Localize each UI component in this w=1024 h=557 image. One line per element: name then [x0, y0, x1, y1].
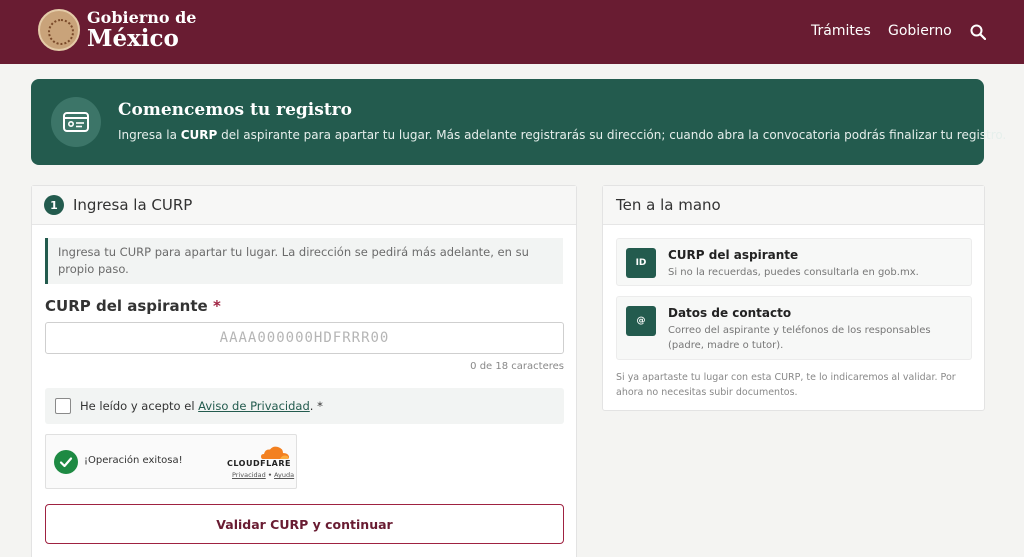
privacy-consent-row: He leído y acepto el Aviso de Privacidad…: [45, 388, 564, 424]
character-counter: 0 de 18 caracteres: [470, 361, 564, 372]
gobierno-logo[interactable]: Gobierno de México: [38, 9, 196, 51]
id-badge-icon: ID: [626, 248, 656, 278]
national-seal-icon: [38, 9, 80, 51]
validate-curp-button[interactable]: Validar CURP y continuar: [45, 504, 564, 544]
checklist-item-curp: ID CURP del aspirante Si no la recuerdas…: [616, 238, 972, 286]
cloudflare-cloud-icon: [261, 446, 290, 459]
checklist-note: Si ya apartaste tu lugar con esta CURP, …: [616, 372, 956, 398]
banner-description: Ingresa la CURP del aspirante para apart…: [118, 128, 1006, 142]
checklist-card: Ten a la mano ID CURP del aspirante Si n…: [602, 185, 985, 411]
banner-text-pre: Ingresa la: [118, 128, 181, 142]
banner-text-post: del aspirante para apartar tu lugar. Más…: [217, 128, 1007, 142]
id-card-icon: [51, 97, 101, 147]
checklist-title: Ten a la mano: [616, 196, 721, 214]
captcha-link-separator: •: [267, 471, 272, 479]
curp-field-label: CURP del aspirante *: [45, 297, 221, 315]
privacy-consent-text: He leído y acepto el Aviso de Privacidad…: [80, 399, 323, 413]
captcha-links: Privacidad • Ayuda: [232, 471, 294, 479]
step-info-note: Ingresa tu CURP para apartar tu lugar. L…: [45, 238, 563, 284]
at-sign-icon: @: [626, 306, 656, 336]
logo-line-1: Gobierno de: [87, 8, 197, 27]
checklist-item-title: CURP del aspirante: [668, 248, 799, 262]
cloudflare-brand: CLOUDFLARE: [227, 459, 291, 468]
banner-title: Comencemos tu registro: [118, 100, 352, 120]
privacy-text-post: . *: [309, 399, 323, 413]
privacy-text-pre: He leído y acepto el: [80, 399, 199, 413]
checklist-item-desc: Si no la recuerdas, puedes consultarla e…: [668, 267, 919, 278]
privacy-checkbox[interactable]: [55, 398, 71, 414]
captcha-privacy-link[interactable]: Privacidad: [232, 471, 266, 479]
search-icon[interactable]: [970, 24, 986, 40]
registration-banner: Comencemos tu registro Ingresa la CURP d…: [31, 79, 1006, 165]
nav-link-tramites[interactable]: Trámites: [811, 23, 871, 39]
checklist-item-contact: @ Datos de contacto Correo del aspirante…: [616, 296, 972, 360]
success-check-icon: [54, 450, 78, 474]
checklist-item-desc: Correo del aspirante y teléfonos de los …: [668, 325, 931, 351]
logo-line-2: México: [87, 25, 179, 52]
required-mark: *: [212, 297, 221, 315]
step-number-badge: 1: [44, 195, 64, 215]
logo-text: Gobierno de México: [87, 8, 197, 52]
step-header: 1 Ingresa la CURP: [32, 186, 576, 225]
step-title: Ingresa la CURP: [73, 196, 193, 214]
captcha-status: ¡Operación exitosa!: [84, 455, 183, 466]
top-header: Gobierno de México Trámites Gobierno: [0, 0, 1024, 64]
curp-input[interactable]: [45, 322, 564, 354]
curp-label-text: CURP del aspirante: [45, 297, 208, 315]
nav-link-gobierno[interactable]: Gobierno: [888, 23, 952, 39]
cloudflare-captcha-widget[interactable]: ¡Operación exitosa! CLOUDFLARE Privacida…: [45, 434, 297, 489]
checklist-item-title: Datos de contacto: [668, 306, 792, 320]
curp-step-card: 1 Ingresa la CURP Ingresa tu CURP para a…: [31, 185, 577, 557]
banner-text-bold: CURP: [180, 128, 218, 142]
privacy-notice-link[interactable]: Aviso de Privacidad: [198, 399, 310, 413]
captcha-help-link[interactable]: Ayuda: [274, 471, 294, 479]
checklist-header: Ten a la mano: [603, 186, 984, 225]
